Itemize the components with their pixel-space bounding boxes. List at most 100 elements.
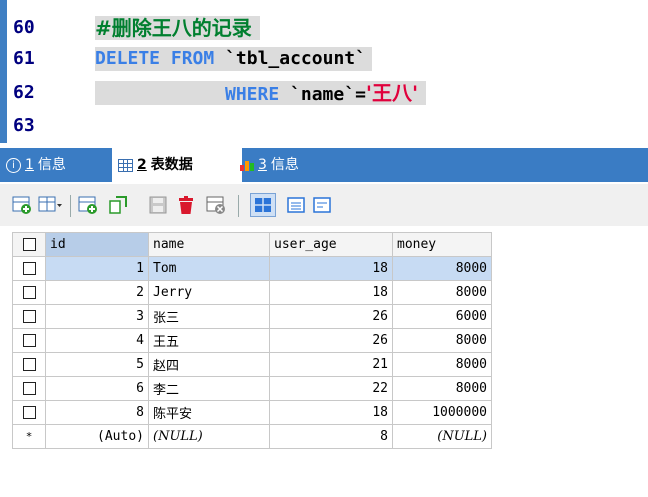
- cell-money[interactable]: 8000: [392, 352, 492, 377]
- add-row-icon[interactable]: [12, 195, 32, 215]
- checkbox-icon: [22, 238, 36, 251]
- cell-id[interactable]: 1: [45, 256, 149, 281]
- tab-label: 表数据: [150, 157, 193, 173]
- tab-label: 信息: [37, 157, 66, 173]
- cell-user-age[interactable]: 21: [269, 352, 393, 377]
- tab-info-3[interactable]: 3 信息: [234, 148, 305, 182]
- cell-money[interactable]: 8000: [392, 256, 492, 281]
- cell-name[interactable]: 李二: [148, 376, 270, 401]
- select-all-checkbox[interactable]: [12, 232, 46, 257]
- cell-name[interactable]: Tom: [148, 256, 270, 281]
- tab-info-1[interactable]: i 1 信息: [0, 148, 72, 182]
- code-line-61[interactable]: 61 DELETE FROM `tbl_account`: [7, 46, 647, 72]
- info-icon: i: [6, 157, 21, 173]
- cell-id[interactable]: 2: [45, 280, 149, 305]
- row-checkbox[interactable]: [12, 256, 46, 281]
- text-view-icon[interactable]: [312, 195, 332, 215]
- toolbar-separator: [238, 195, 239, 217]
- insert-options-icon[interactable]: [38, 195, 62, 215]
- row-checkbox[interactable]: [12, 280, 46, 305]
- row-checkbox[interactable]: [12, 328, 46, 353]
- cell-id[interactable]: 8: [45, 400, 149, 425]
- row-checkbox[interactable]: [12, 400, 46, 425]
- table-row[interactable]: 6 李二 22 8000: [12, 376, 492, 401]
- row-checkbox[interactable]: [12, 352, 46, 377]
- cell-money[interactable]: 8000: [392, 376, 492, 401]
- keyword-where: WHERE: [225, 84, 280, 105]
- grid-header-row: id name user_age money: [12, 232, 492, 257]
- checkbox-icon: [22, 358, 36, 371]
- row-checkbox[interactable]: [12, 376, 46, 401]
- column-header-user-age[interactable]: user_age: [269, 232, 393, 257]
- editor-gutter-bar: [0, 0, 7, 143]
- line-number: 60: [13, 17, 35, 38]
- cell-user-age[interactable]: 18: [269, 280, 393, 305]
- copy-row-icon[interactable]: [78, 195, 98, 215]
- sql-statement-delete: DELETE FROM `tbl_account`: [95, 47, 372, 71]
- checkbox-icon: [22, 334, 36, 347]
- cell-name[interactable]: (NULL): [148, 424, 270, 449]
- cell-name[interactable]: 王五: [148, 328, 270, 353]
- cell-money[interactable]: 1000000: [392, 400, 492, 425]
- code-line-60[interactable]: 60 #删除王八的记录: [7, 15, 647, 41]
- cell-name[interactable]: 陈平安: [148, 400, 270, 425]
- cell-money[interactable]: 6000: [392, 304, 492, 329]
- cell-user-age[interactable]: 18: [269, 256, 393, 281]
- cell-id[interactable]: 3: [45, 304, 149, 329]
- save-icon[interactable]: [148, 195, 168, 215]
- discard-icon[interactable]: [206, 195, 226, 215]
- tab-number: 2: [137, 157, 147, 173]
- keyword-delete: DELETE: [95, 48, 161, 69]
- checkbox-icon: [22, 382, 36, 395]
- table-row[interactable]: 5 赵四 21 8000: [12, 352, 492, 377]
- keyword-from: FROM: [170, 48, 215, 69]
- cell-id[interactable]: 5: [45, 352, 149, 377]
- row-checkbox[interactable]: [12, 304, 46, 329]
- sql-where-clause: WHERE `name`='王八': [95, 81, 427, 105]
- checkbox-icon: [22, 310, 36, 323]
- string-literal: '王八': [365, 81, 419, 105]
- cell-name[interactable]: 张三: [148, 304, 270, 329]
- operator: =: [355, 84, 366, 105]
- table-row[interactable]: 2 Jerry 18 8000: [12, 280, 492, 305]
- cell-id[interactable]: (Auto): [45, 424, 149, 449]
- cell-name[interactable]: Jerry: [148, 280, 270, 305]
- cell-id[interactable]: 6: [45, 376, 149, 401]
- table-row[interactable]: 3 张三 26 6000: [12, 304, 492, 329]
- new-row[interactable]: * (Auto) (NULL) 8 (NULL): [12, 424, 492, 449]
- result-tab-bar: i 1 信息 2 表数据 3 信息: [0, 148, 648, 182]
- cell-user-age[interactable]: 22: [269, 376, 393, 401]
- column-header-money[interactable]: money: [392, 232, 492, 257]
- checkbox-icon: [22, 406, 36, 419]
- cell-user-age[interactable]: 18: [269, 400, 393, 425]
- grid-toolbar: [0, 184, 648, 226]
- cell-user-age[interactable]: 8: [269, 424, 393, 449]
- delete-icon[interactable]: [176, 195, 196, 215]
- cell-name[interactable]: 赵四: [148, 352, 270, 377]
- cell-id[interactable]: 4: [45, 328, 149, 353]
- cell-money[interactable]: 8000: [392, 280, 492, 305]
- cell-user-age[interactable]: 26: [269, 304, 393, 329]
- column-header-id[interactable]: id: [45, 232, 149, 257]
- table-identifier: `tbl_account`: [225, 48, 366, 69]
- refresh-icon[interactable]: [108, 195, 128, 215]
- table-row[interactable]: 4 王五 26 8000: [12, 328, 492, 353]
- tab-label: 信息: [270, 157, 299, 173]
- sql-editor[interactable]: 60 #删除王八的记录 61 DELETE FROM `tbl_account`…: [0, 0, 648, 143]
- line-number: 61: [13, 48, 35, 69]
- code-line-63[interactable]: 63: [7, 113, 647, 139]
- column-header-name[interactable]: name: [148, 232, 270, 257]
- form-view-icon[interactable]: [286, 195, 306, 215]
- table-row[interactable]: 8 陈平安 18 1000000: [12, 400, 492, 425]
- cell-user-age[interactable]: 26: [269, 328, 393, 353]
- tab-number: 1: [25, 157, 34, 173]
- cell-money[interactable]: (NULL): [392, 424, 492, 449]
- tab-number: 3: [258, 157, 267, 173]
- grid-view-icon[interactable]: [250, 193, 276, 217]
- tab-table-data[interactable]: 2 表数据: [112, 148, 242, 182]
- line-number: 62: [13, 82, 35, 103]
- table-row[interactable]: 1 Tom 18 8000: [12, 256, 492, 281]
- cell-money[interactable]: 8000: [392, 328, 492, 353]
- new-row-marker: *: [12, 424, 46, 449]
- code-line-62[interactable]: 62 WHERE `name`='王八': [7, 80, 647, 106]
